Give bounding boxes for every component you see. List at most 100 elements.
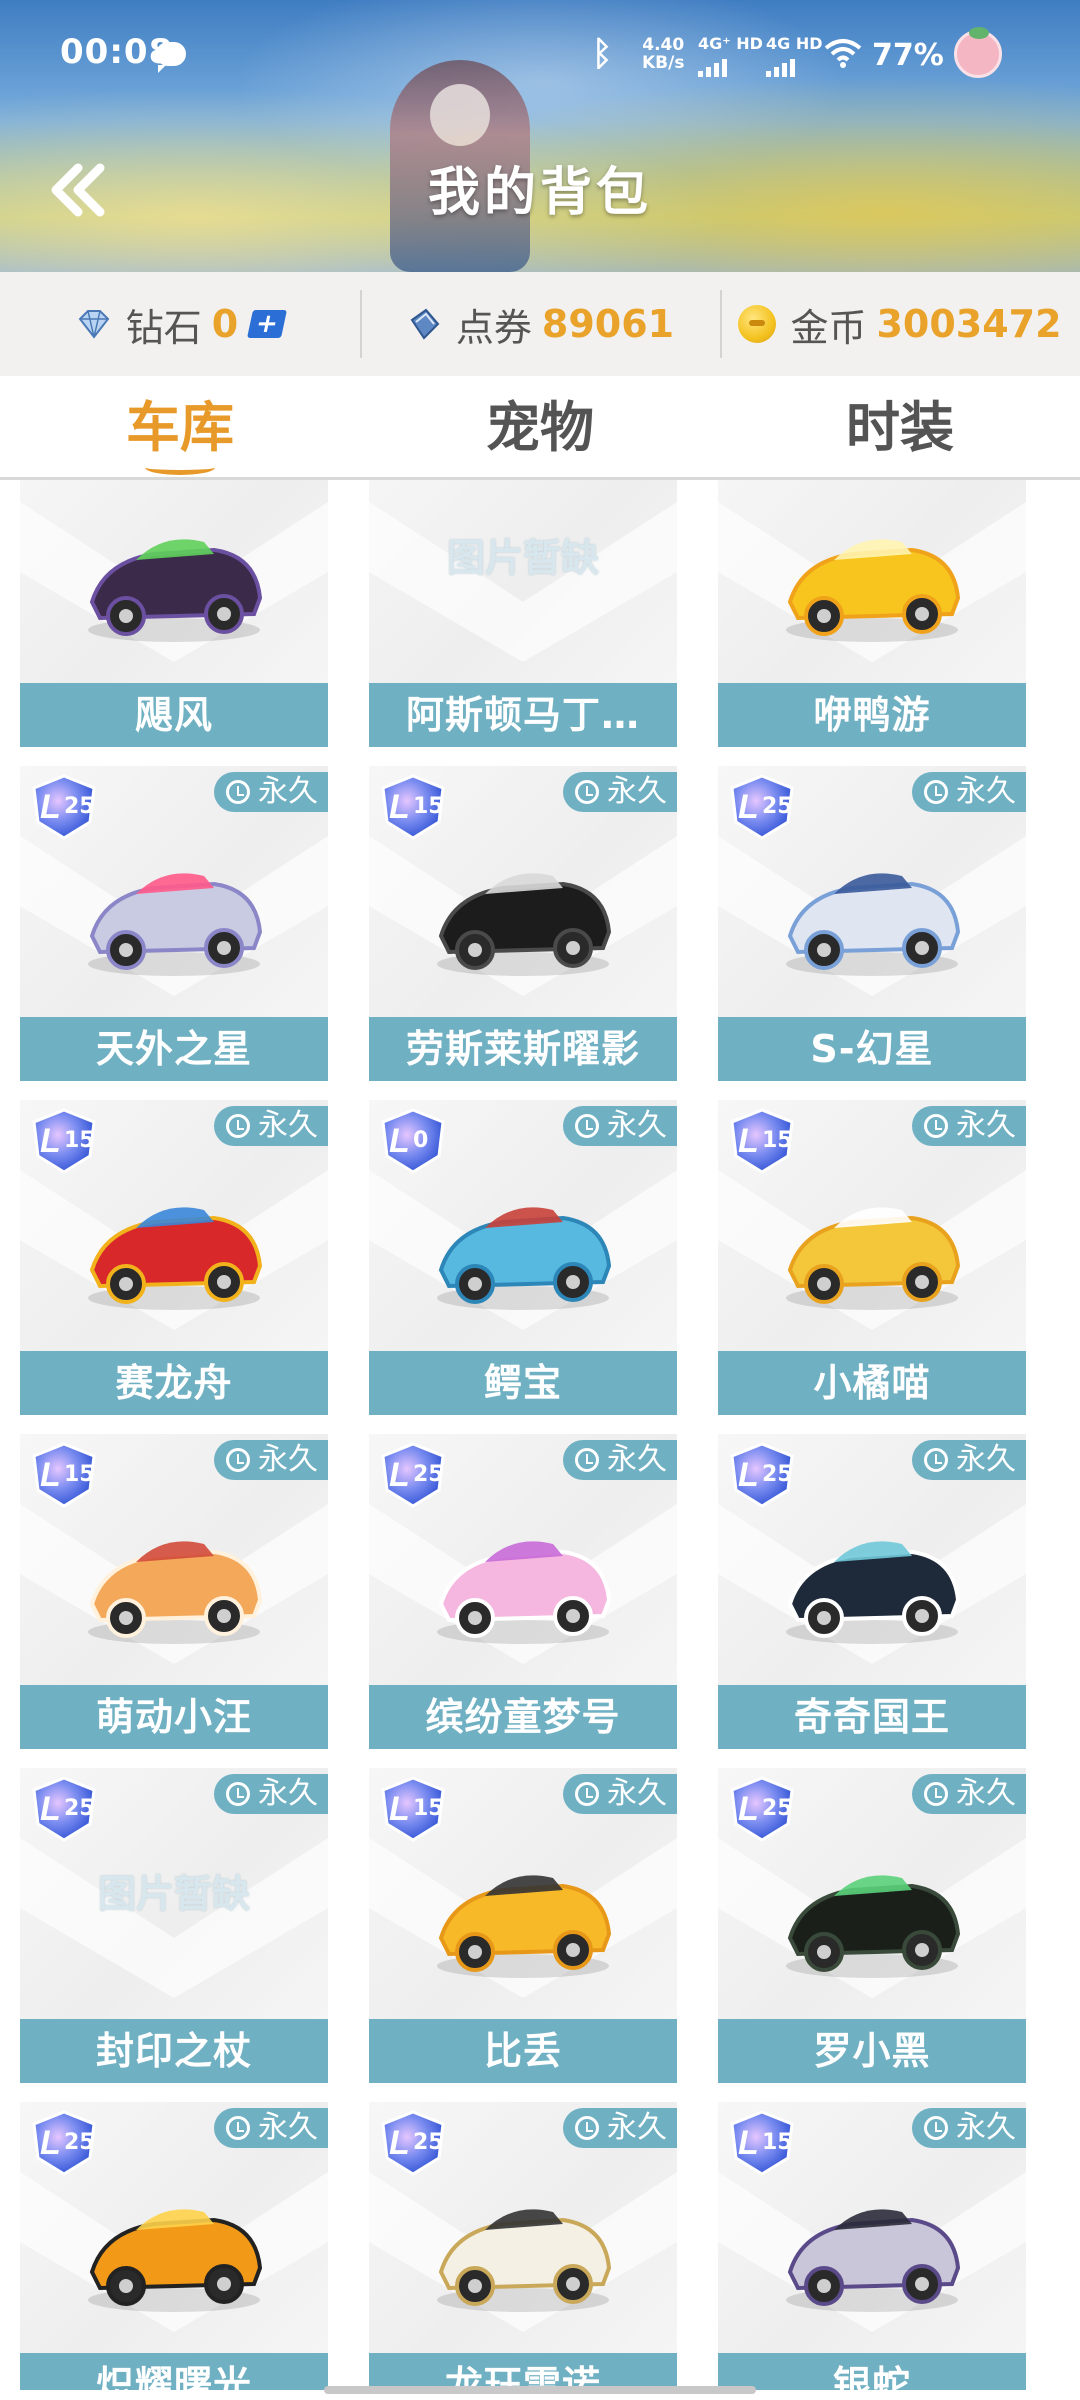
item-card[interactable]: 图片暂缺 阿斯顿马丁… <box>369 480 677 747</box>
bluetooth-icon: ᛒ <box>592 34 613 74</box>
item-card[interactable]: L 25 永久 缤纷童梦号 <box>369 1434 677 1749</box>
item-card[interactable]: L 25 永久 S-幻星 <box>718 766 1026 1081</box>
svg-text:L: L <box>389 1790 410 1828</box>
level-number: 15 <box>64 1128 95 1153</box>
item-name: 比丢 <box>369 2019 677 2083</box>
level-number: 15 <box>413 794 444 819</box>
permanent-tag-label: 永久 <box>956 1776 1016 1811</box>
tab-pets[interactable]: 宠物 <box>360 376 720 477</box>
clock-icon <box>924 780 948 804</box>
item-name: 劳斯莱斯曜影 <box>369 1017 677 1081</box>
pink-dream-kart-image <box>437 1541 612 1644</box>
item-name: 咿鸭游 <box>718 683 1026 747</box>
diamond-balance: 钻石 0 + <box>0 272 360 376</box>
item-card[interactable]: L 25 永久 罗小黑 <box>718 1768 1026 2083</box>
silver-jet-kart-image <box>786 873 961 976</box>
item-name: 小橘喵 <box>718 1351 1026 1415</box>
voucher-balance: 点券 89061 <box>360 272 720 376</box>
add-diamond-icon[interactable]: + <box>247 309 288 339</box>
message-icon <box>156 42 186 73</box>
permanent-tag-label: 永久 <box>258 774 318 809</box>
network-speed-unit: KB/s <box>642 53 685 73</box>
battery-level: 77% <box>872 38 944 73</box>
level-number: 25 <box>762 1462 793 1487</box>
item-name: 赛龙舟 <box>20 1351 328 1415</box>
network-speed: 4.40 KB/s <box>642 36 684 72</box>
item-card[interactable]: L 25 永久天外之星 <box>20 766 328 1081</box>
item-card[interactable]: L 25 永久 炽耀曙光 <box>20 2102 328 2390</box>
tab-fashion[interactable]: 时装 <box>720 376 1080 477</box>
level-number: 25 <box>64 1796 95 1821</box>
network-speed-value: 4.40 <box>642 35 685 55</box>
clock-icon <box>226 1448 250 1472</box>
strawberry-avatar-icon <box>954 27 1002 78</box>
item-name: 天外之星 <box>20 1017 328 1081</box>
diamond-icon <box>78 310 110 339</box>
black-convertible-image <box>437 873 612 976</box>
level-badge-icon: L 15 <box>26 1106 102 1176</box>
yellow-duck-kart-image <box>786 539 961 642</box>
permanent-tag-label: 永久 <box>258 1108 318 1143</box>
clock-icon <box>924 1114 948 1138</box>
diamond-value: 0 <box>211 302 239 346</box>
item-card[interactable]: 飓风 <box>20 480 328 747</box>
blue-croc-bike-image <box>437 1207 612 1310</box>
item-card[interactable]: L 15 永久比丢 <box>369 1768 677 2083</box>
item-card[interactable]: L 15 永久 萌动小汪 <box>20 1434 328 1749</box>
permanent-tag: 永久 <box>912 1106 1026 1146</box>
item-card[interactable]: L 25 永久 龙珏雷诺 <box>369 2102 677 2390</box>
svg-text:L: L <box>40 1456 61 1494</box>
item-card[interactable]: L 15 永久小橘喵 <box>718 1100 1026 1415</box>
orange-black-kart-image <box>88 2209 263 2312</box>
clock-icon <box>575 780 599 804</box>
level-number: 25 <box>64 794 95 819</box>
level-badge-icon: L 15 <box>724 1106 800 1176</box>
permanent-tag-label: 永久 <box>956 774 1016 809</box>
permanent-tag: 永久 <box>563 772 677 812</box>
clock-icon <box>575 2116 599 2140</box>
level-badge-icon: L 25 <box>724 1774 800 1844</box>
level-badge-icon: L 25 <box>724 772 800 842</box>
sim2-label: 4G HD <box>766 34 823 53</box>
permanent-tag-label: 永久 <box>607 1108 667 1143</box>
level-badge-icon: L 25 <box>375 2108 451 2178</box>
level-badge-icon: L 15 <box>26 1440 102 1510</box>
wifi-icon <box>824 39 862 68</box>
permanent-tag: 永久 <box>214 2108 328 2148</box>
level-number: 25 <box>64 2130 95 2155</box>
item-name: 缤纷童梦号 <box>369 1685 677 1749</box>
silver-purple-kart-image <box>786 2209 961 2312</box>
item-card[interactable]: L 15 永久赛龙舟 <box>20 1100 328 1415</box>
sim2-signal-icon: 4G HD <box>766 34 823 77</box>
item-name: 飓风 <box>20 683 328 747</box>
item-card[interactable]: L 25 永久 奇奇国王 <box>718 1434 1026 1749</box>
level-badge-icon: L 25 <box>26 772 102 842</box>
item-card[interactable]: 咿鸭游 <box>718 480 1026 747</box>
svg-text:L: L <box>40 1122 61 1160</box>
item-card[interactable]: L 15 永久 银蛇 <box>718 2102 1026 2390</box>
item-card[interactable]: L 25 永久 图片暂缺 封印之杖 <box>20 1768 328 2083</box>
permanent-tag: 永久 <box>214 772 328 812</box>
permanent-tag: 永久 <box>912 1440 1026 1480</box>
level-badge-icon: L 15 <box>375 772 451 842</box>
coin-label: 金币 <box>790 305 867 350</box>
permanent-tag: 永久 <box>563 1774 677 1814</box>
level-number: 0 <box>413 1128 429 1153</box>
item-card[interactable]: L 0 永久 鳄宝 <box>369 1100 677 1415</box>
yellow-bidiu-car-image <box>437 1875 612 1978</box>
permanent-tag-label: 永久 <box>258 1776 318 1811</box>
clock-icon <box>924 2116 948 2140</box>
level-number: 15 <box>413 1796 444 1821</box>
clock-icon <box>226 2116 250 2140</box>
permanent-tag: 永久 <box>214 1440 328 1480</box>
permanent-tag-label: 永久 <box>956 2110 1016 2145</box>
white-gold-buggy-image <box>437 2209 612 2312</box>
home-indicator[interactable] <box>324 2386 756 2394</box>
level-number: 25 <box>413 1462 444 1487</box>
red-dragon-boat-kart-image <box>88 1207 263 1310</box>
item-card[interactable]: L 15 永久劳斯莱斯曜影 <box>369 766 677 1081</box>
app-root: 00:08 ᛒ 4.40 KB/s 4G⁺ HD 4G HD 77% 我的背包 … <box>0 0 1080 2400</box>
tab-garage[interactable]: 车库 <box>0 376 360 477</box>
item-name: 鳄宝 <box>369 1351 677 1415</box>
currency-bar: 钻石 0 + 点券 89061 金币 3003472 <box>0 272 1080 376</box>
